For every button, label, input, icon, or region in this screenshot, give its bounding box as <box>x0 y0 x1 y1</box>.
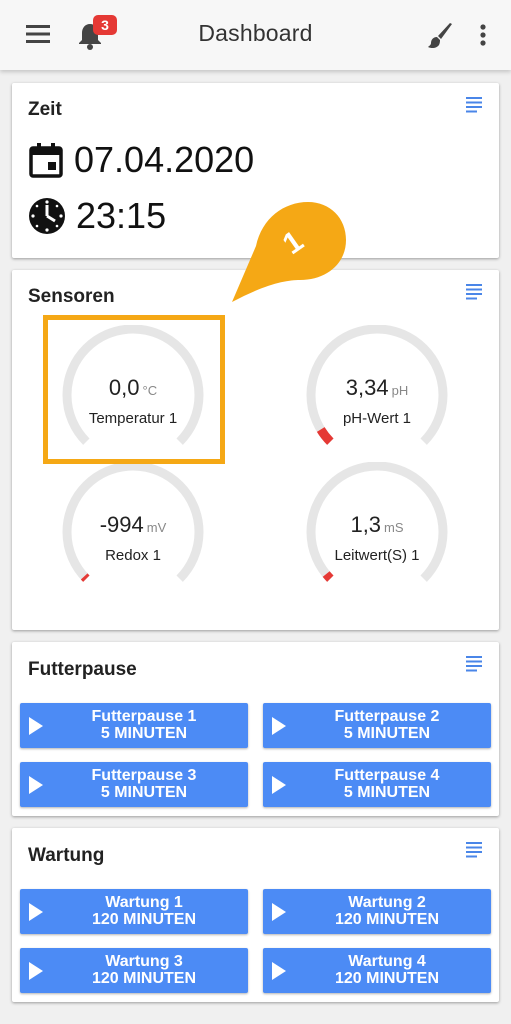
gauge-value-row: 1,3 mS <box>302 512 452 538</box>
futterpause-3-button[interactable]: Futterpause 3 5 MINUTEN <box>20 762 248 807</box>
futterpause-2-button[interactable]: Futterpause 2 5 MINUTEN <box>263 703 491 748</box>
button-duration: 120 MINUTEN <box>334 970 440 987</box>
app-bar: 3 Dashboard <box>0 0 511 70</box>
futterpause-4-button[interactable]: Futterpause 4 5 MINUTEN <box>263 762 491 807</box>
button-duration: 5 MINUTEN <box>343 784 431 801</box>
gauge-unit: mV <box>146 520 167 535</box>
button-duration: 120 MINUTEN <box>91 970 197 987</box>
wartung-card-title: Wartung <box>28 845 105 866</box>
gauge-fill <box>322 571 334 582</box>
wartung-1-button[interactable]: Wartung 1 120 MINUTEN <box>20 889 248 934</box>
list-menu-icon[interactable] <box>466 656 484 677</box>
button-duration: 120 MINUTEN <box>334 911 440 928</box>
futterpause-card-title: Futterpause <box>28 659 137 680</box>
gauge-unit: pH <box>391 383 409 398</box>
date-row: 07.04.2020 <box>28 139 254 181</box>
button-label: Wartung 3 <box>105 953 183 970</box>
annotation-marker: 1 <box>226 200 350 313</box>
gauge-value: 3,34 <box>345 375 389 400</box>
gauge-ph-wert[interactable]: 3,34 pH pH-Wert 1 <box>302 325 452 465</box>
gauge-value-row: -994 mV <box>58 512 208 538</box>
button-duration: 5 MINUTEN <box>343 725 431 742</box>
gauge-value-row: 3,34 pH <box>302 375 452 401</box>
clock-icon <box>29 198 65 234</box>
list-menu-icon[interactable] <box>466 284 484 305</box>
button-duration: 5 MINUTEN <box>100 784 188 801</box>
calendar-icon <box>29 143 63 178</box>
list-menu-icon[interactable] <box>466 97 484 118</box>
time-row: 23:15 <box>28 195 166 237</box>
wartung-card: Wartung Wartung 1 120 MINUTEN Wartung 2 … <box>12 828 499 1002</box>
time-value: 23:15 <box>76 195 167 236</box>
gauge-fill <box>316 427 334 445</box>
button-label: Wartung 2 <box>348 894 426 911</box>
button-label: Futterpause 1 <box>91 708 197 725</box>
sensoren-card-title: Sensoren <box>28 286 115 307</box>
date-value: 07.04.2020 <box>74 139 255 180</box>
wartung-4-button[interactable]: Wartung 4 120 MINUTEN <box>263 948 491 993</box>
brush-icon[interactable] <box>426 22 454 55</box>
gauge-fill <box>80 573 90 582</box>
button-label: Wartung 4 <box>348 953 426 970</box>
gauge-redox[interactable]: -994 mV Redox 1 <box>58 462 208 602</box>
gauge-unit: mS <box>384 520 404 535</box>
list-menu-icon[interactable] <box>466 842 484 863</box>
gauge-value: 1,3 <box>350 512 382 537</box>
futterpause-card: Futterpause Futterpause 1 5 MINUTEN Futt… <box>12 642 499 816</box>
button-label: Futterpause 4 <box>334 767 440 784</box>
gauge-value: -994 <box>99 512 144 537</box>
highlight-box <box>43 315 225 464</box>
button-label: Futterpause 3 <box>91 767 197 784</box>
wartung-3-button[interactable]: Wartung 3 120 MINUTEN <box>20 948 248 993</box>
gauge-label: pH-Wert 1 <box>342 410 412 427</box>
zeit-card-title: Zeit <box>28 99 62 120</box>
futterpause-1-button[interactable]: Futterpause 1 5 MINUTEN <box>20 703 248 748</box>
gauge-label: Redox 1 <box>105 547 161 564</box>
more-vert-icon[interactable] <box>479 24 487 51</box>
gauge-label: Leitwert(S) 1 <box>334 547 420 564</box>
wartung-2-button[interactable]: Wartung 2 120 MINUTEN <box>263 889 491 934</box>
button-duration: 120 MINUTEN <box>91 911 197 928</box>
button-duration: 5 MINUTEN <box>100 725 188 742</box>
button-label: Wartung 1 <box>105 894 183 911</box>
gauge-leitwert[interactable]: 1,3 mS Leitwert(S) 1 <box>302 462 452 602</box>
button-label: Futterpause 2 <box>334 708 440 725</box>
